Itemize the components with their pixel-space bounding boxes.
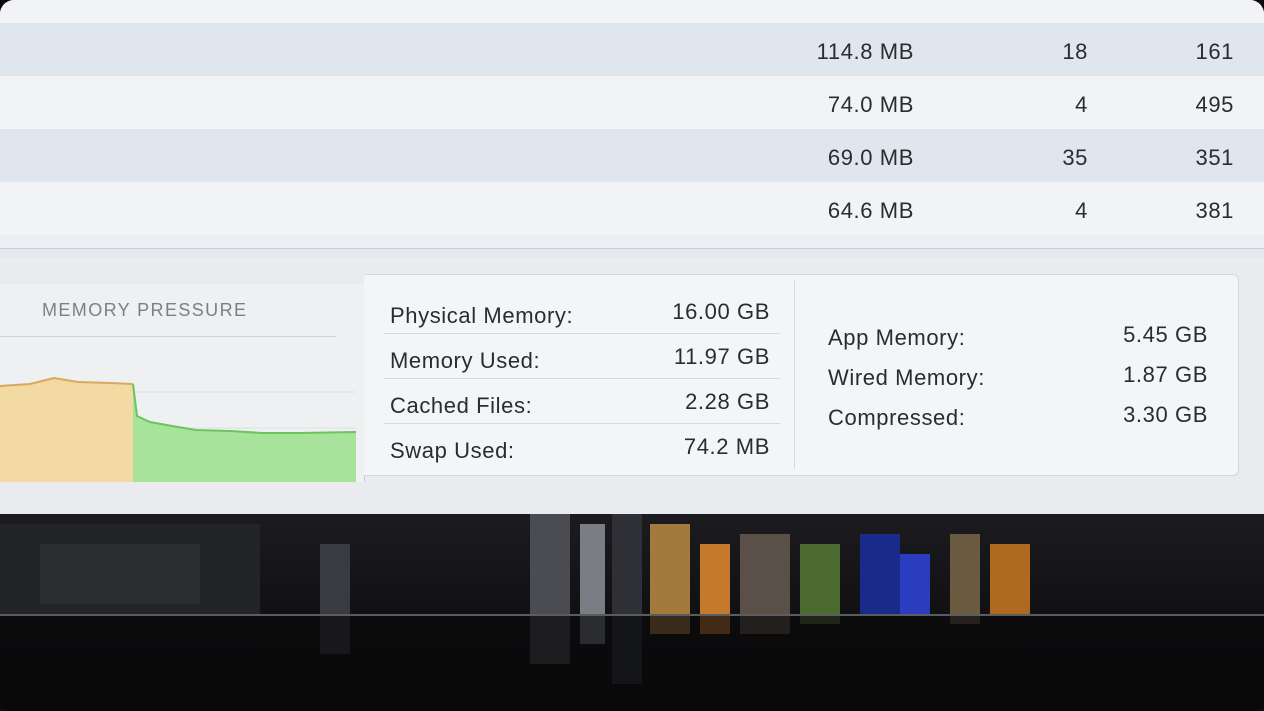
memory-cell: 114.8 MB xyxy=(816,39,914,64)
threads-cell: 4 xyxy=(1075,92,1088,117)
table-row[interactable]: 69.0 MB 35 351 xyxy=(0,129,1264,182)
threads-cell: 35 xyxy=(1062,145,1088,170)
ports-cell: 381 xyxy=(1195,198,1234,223)
activity-monitor-window: 114.8 MB 18 161 74.0 MB 4 495 69.0 MB 35… xyxy=(0,0,1264,518)
memory-stats-box: Physical Memory: 16.00 GB Memory Used: 1… xyxy=(364,274,1239,476)
swap-used-label: Swap Used: xyxy=(390,438,515,463)
memory-pressure-divider xyxy=(0,336,336,337)
background-reflection xyxy=(0,514,1264,711)
process-table: 114.8 MB 18 161 74.0 MB 4 495 69.0 MB 35… xyxy=(0,0,1264,250)
memory-pressure-box: MEMORY PRESSURE xyxy=(0,284,365,482)
wired-memory-value: 1.87 GB xyxy=(1123,362,1208,387)
stat-divider xyxy=(384,333,780,334)
app-memory-value: 5.45 GB xyxy=(1123,322,1208,347)
memory-cell: 74.0 MB xyxy=(827,92,914,117)
table-divider xyxy=(0,248,1264,259)
swap-used-value: 74.2 MB xyxy=(683,434,770,459)
table-row[interactable]: 114.8 MB 18 161 xyxy=(0,23,1264,76)
memory-used-label: Memory Used: xyxy=(390,348,541,373)
threads-cell: 18 xyxy=(1062,39,1088,64)
pressure-graph-high-area xyxy=(0,378,133,482)
stat-divider xyxy=(384,423,780,424)
display-photo: 114.8 MB 18 161 74.0 MB 4 495 69.0 MB 35… xyxy=(0,0,1264,711)
compressed-value: 3.30 GB xyxy=(1123,402,1208,427)
memory-pressure-title: MEMORY PRESSURE xyxy=(42,300,248,320)
desk-background xyxy=(0,514,1264,711)
threads-cell: 4 xyxy=(1075,198,1088,223)
physical-memory-value: 16.00 GB xyxy=(672,299,770,324)
ports-cell: 161 xyxy=(1195,39,1234,64)
memory-cell: 69.0 MB xyxy=(827,145,914,170)
table-row[interactable]: 64.6 MB 4 381 xyxy=(0,182,1264,235)
pressure-graph-normal-line xyxy=(132,383,356,434)
cached-files-value: 2.28 GB xyxy=(685,389,770,414)
cached-files-label: Cached Files: xyxy=(390,393,533,418)
memory-cell: 64.6 MB xyxy=(827,198,914,223)
memory-used-value: 11.97 GB xyxy=(673,344,770,369)
app-memory-label: App Memory: xyxy=(828,325,966,350)
physical-memory-label: Physical Memory: xyxy=(390,303,574,328)
ports-cell: 495 xyxy=(1195,92,1234,117)
compressed-label: Compressed: xyxy=(828,405,966,430)
ports-cell: 351 xyxy=(1195,145,1234,170)
memory-pressure-graph xyxy=(0,376,356,482)
stats-column-divider xyxy=(794,281,795,469)
memory-stats-panel: MEMORY PRESSURE Physical Memory: 16.00 G… xyxy=(0,262,1264,518)
stat-divider xyxy=(384,378,780,379)
table-row[interactable]: 74.0 MB 4 495 xyxy=(0,76,1264,129)
wired-memory-label: Wired Memory: xyxy=(828,365,985,390)
